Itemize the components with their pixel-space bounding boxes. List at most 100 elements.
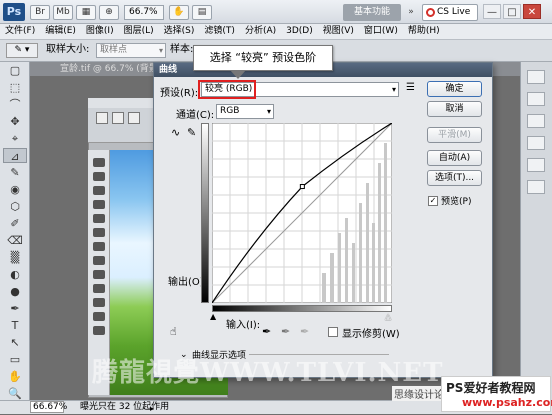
arrange-documents-icon[interactable]: ▤: [192, 5, 212, 20]
preset-options-icon[interactable]: ☰: [406, 82, 420, 97]
preview-label: 预览(P): [441, 197, 472, 207]
white-eyedropper-icon[interactable]: ✒: [300, 325, 309, 338]
show-clipping-checkbox[interactable]: [328, 327, 338, 337]
auto-button[interactable]: 自动(A): [427, 150, 482, 166]
channels-panel-icon[interactable]: [527, 158, 545, 172]
minibridge-icon[interactable]: Mb: [53, 5, 73, 20]
brush-tool-icon[interactable]: ◉: [3, 182, 27, 197]
ok-button[interactable]: 确定: [427, 81, 482, 97]
close-button[interactable]: ✕: [523, 4, 541, 19]
maximize-button[interactable]: □: [503, 4, 521, 19]
shape-tool-icon[interactable]: ▭: [3, 352, 27, 367]
site-badge: PS爱好者教程网 www.psahz.com: [441, 376, 552, 412]
site-badge-url: www.psahz.com: [462, 396, 552, 409]
gradient-tool-icon[interactable]: ▒: [3, 250, 27, 265]
gray-eyedropper-icon[interactable]: ✒: [281, 325, 290, 338]
nested-tool-icon: [93, 158, 105, 167]
quick-select-tool-icon[interactable]: ✥: [3, 114, 27, 129]
show-clipping-label: 显示修剪(W): [342, 329, 400, 340]
hand-tool-icon[interactable]: ✋: [3, 369, 27, 384]
menu-3d[interactable]: 3D(D): [281, 24, 318, 39]
view-extras-icon[interactable]: ▦: [76, 5, 96, 20]
white-point-slider-icon[interactable]: △: [385, 312, 391, 321]
pen-tool-icon[interactable]: ✒: [3, 301, 27, 316]
lasso-tool-icon[interactable]: ⌒: [3, 97, 27, 112]
sample-size-label: 取样大小:: [46, 44, 90, 55]
status-arrow-icon[interactable]: ▸: [150, 402, 154, 415]
menu-file[interactable]: 文件(F): [0, 24, 40, 39]
curve-graph[interactable]: [212, 123, 392, 303]
menu-bar: 文件(F) 编辑(E) 图像(I) 图层(L) 选择(S) 滤镜(T) 分析(A) 3D(D)…: [0, 24, 552, 40]
photoshop-logo: Ps: [3, 3, 25, 21]
bridge-icon[interactable]: Br: [30, 5, 50, 20]
menu-select[interactable]: 选择(S): [159, 24, 200, 39]
nested-tool-icon: [93, 298, 105, 307]
color-panel-icon[interactable]: [527, 70, 545, 84]
title-bar: Ps Br Mb ▦ ⊕ 66.7% ✋ ▤ 基本功能 » CS Live — …: [0, 0, 552, 24]
curves-dialog: 曲线 预设(R): 较亮 (RGB) ▾ ☰ 通道(C): RGB ▾ ∿ ✎ 输出…: [153, 62, 493, 378]
options-button[interactable]: 选项(T)...: [427, 170, 482, 186]
panel-dock: [520, 62, 552, 400]
workspace-more-icon[interactable]: »: [404, 4, 418, 21]
black-point-slider-icon[interactable]: ▲: [210, 312, 216, 321]
menu-layer[interactable]: 图层(L): [119, 24, 159, 39]
path-select-tool-icon[interactable]: ↖: [3, 335, 27, 350]
input-label: 输入(I):: [226, 320, 261, 331]
cancel-button[interactable]: 取消: [427, 101, 482, 117]
eraser-tool-icon[interactable]: ⌫: [3, 233, 27, 248]
menu-view[interactable]: 视图(V): [318, 24, 359, 39]
preview-checkbox[interactable]: ✓: [428, 196, 438, 206]
eyedropper-preset-icon[interactable]: ✎ ▾: [6, 43, 38, 58]
clone-stamp-tool-icon[interactable]: ⬡: [3, 199, 27, 214]
history-brush-tool-icon[interactable]: ✐: [3, 216, 27, 231]
eyedropper-tool-icon[interactable]: ⊿: [3, 148, 27, 163]
black-eyedropper-icon[interactable]: ✒: [262, 325, 271, 338]
pencil-draw-icon[interactable]: ✎: [187, 126, 201, 140]
instruction-callout: 选择 “较亮” 预设色阶: [193, 45, 333, 71]
paths-panel-icon[interactable]: [527, 180, 545, 194]
menu-filter[interactable]: 滤镜(T): [199, 24, 240, 39]
zoom-level-box[interactable]: 66.7%: [124, 5, 164, 20]
nested-tool-icon: [93, 312, 105, 321]
zoom-level-icon[interactable]: ⊕: [99, 5, 119, 20]
workspace-button[interactable]: 基本功能: [343, 4, 401, 21]
channel-label: 通道(C):: [176, 110, 215, 121]
minimize-button[interactable]: —: [483, 4, 501, 19]
curve-edit-points-icon[interactable]: ∿: [171, 126, 185, 140]
dodge-tool-icon[interactable]: ●: [3, 284, 27, 299]
toolbox: ▢ ⬚ ⌒ ✥ ⌖ ⊿ ✎ ◉ ⬡ ✐ ⌫ ▒ ◐ ● ✒ T ↖ ▭ ✋ 🔍: [0, 62, 30, 400]
preset-label: 预设(R):: [160, 88, 199, 99]
menu-image[interactable]: 图像(I): [81, 24, 119, 39]
smooth-button[interactable]: 平滑(M): [427, 127, 482, 143]
zoom-tool-icon[interactable]: 🔍: [3, 386, 27, 401]
nested-tool-icon: [93, 256, 105, 265]
adjustments-panel-icon[interactable]: [527, 114, 545, 128]
swatches-panel-icon[interactable]: [527, 92, 545, 106]
nested-tool-icon: [112, 112, 124, 124]
cs-live-button[interactable]: CS Live: [422, 4, 478, 21]
sample-size-select[interactable]: 取样点 ▾: [96, 43, 166, 58]
type-tool-icon[interactable]: T: [3, 318, 27, 333]
marquee-tool-icon[interactable]: ▢: [3, 63, 27, 78]
menu-window[interactable]: 窗口(W): [359, 24, 403, 39]
nested-tool-icon: [128, 112, 140, 124]
nested-tool-icon: [93, 270, 105, 279]
nested-tool-icon: [93, 200, 105, 209]
output-gradient-bar: [201, 123, 209, 303]
blur-tool-icon[interactable]: ◐: [3, 267, 27, 282]
nested-tool-icon: [93, 284, 105, 293]
menu-help[interactable]: 帮助(H): [403, 24, 445, 39]
layers-panel-icon[interactable]: [527, 136, 545, 150]
nested-tool-icon: [93, 214, 105, 223]
menu-edit[interactable]: 编辑(E): [40, 24, 81, 39]
move-tool-icon[interactable]: ⬚: [3, 80, 27, 95]
nested-tool-icon: [96, 112, 108, 124]
crop-tool-icon[interactable]: ⌖: [3, 131, 27, 146]
sample-label: 样本:: [170, 44, 194, 55]
menu-analysis[interactable]: 分析(A): [240, 24, 281, 39]
healing-brush-tool-icon[interactable]: ✎: [3, 165, 27, 180]
hand-tool-icon[interactable]: ✋: [169, 5, 189, 20]
zoom-field[interactable]: 66.67%: [30, 401, 67, 413]
on-image-adjust-icon[interactable]: ☝: [170, 325, 186, 339]
channel-select[interactable]: RGB ▾: [216, 104, 274, 119]
